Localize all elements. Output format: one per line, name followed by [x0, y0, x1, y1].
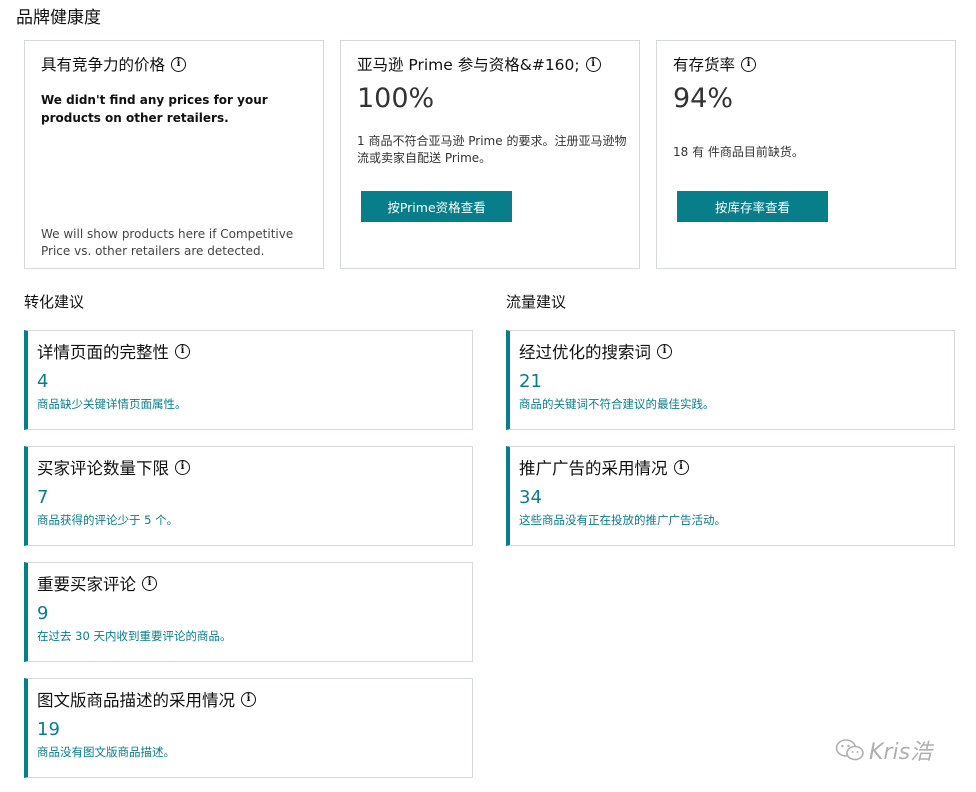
no-prices-message: We didn't find any prices for your produ…	[41, 93, 268, 125]
rec-description[interactable]: 在过去 30 天内收到重要评论的商品。	[37, 628, 231, 644]
prime-eligibility-description: 1 商品不符合亚马逊 Prime 的要求。注册亚马逊物流或卖家自配送 Prime…	[357, 134, 627, 165]
info-icon[interactable]: i	[241, 691, 256, 707]
info-icon[interactable]: i	[657, 343, 672, 359]
rec-count[interactable]: 21	[519, 371, 542, 392]
rec-title: 买家评论数量下限	[37, 459, 169, 478]
competitive-price-title: 具有竞争力的价格	[41, 56, 166, 74]
watermark-text: Kris浩	[869, 740, 933, 765]
rec-title-row: 详情页面的完整性 i	[37, 339, 190, 363]
prime-eligibility-card: 亚马逊 Prime 参与资格&#160; i 100% 1 商品不符合亚马逊 P…	[340, 40, 640, 269]
in-stock-rate-value: 94%	[673, 83, 734, 114]
rec-description[interactable]: 商品没有图文版商品描述。	[37, 744, 175, 760]
in-stock-rate-title: 有存货率	[673, 56, 736, 74]
rec-description[interactable]: 这些商品没有正在投放的推广广告活动。	[519, 512, 726, 528]
view-by-stock-rate-button[interactable]: 按库存率查看	[677, 191, 828, 222]
rec-title: 推广广告的采用情况	[519, 459, 668, 478]
in-stock-rate-description: 18 有 件商品目前缺货。	[673, 145, 804, 159]
conversion-item-critical-reviews[interactable]: 重要买家评论 i 9 在过去 30 天内收到重要评论的商品。	[24, 562, 473, 662]
rec-description[interactable]: 商品的关键词不符合建议的最佳实践。	[519, 396, 715, 412]
conversion-item-review-minimum[interactable]: 买家评论数量下限 i 7 商品获得的评论少于 5 个。	[24, 446, 473, 546]
competitive-price-footnote: We will show products here if Competitiv…	[41, 227, 294, 258]
rec-title-row: 重要买家评论 i	[37, 571, 157, 595]
info-icon[interactable]: i	[175, 343, 190, 359]
watermark: Kris浩	[835, 734, 932, 766]
rec-title: 图文版商品描述的采用情况	[37, 691, 235, 710]
info-icon[interactable]: i	[741, 56, 757, 72]
rec-count[interactable]: 4	[37, 371, 48, 392]
traffic-item-sponsored-ads[interactable]: 推广广告的采用情况 i 34 这些商品没有正在投放的推广广告活动。	[506, 446, 955, 546]
competitive-price-card: 具有竞争力的价格 i We didn't find any prices for…	[24, 40, 324, 269]
rec-title-row: 推广广告的采用情况 i	[519, 455, 689, 479]
wechat-icon	[835, 739, 864, 761]
info-icon[interactable]: i	[175, 459, 190, 475]
conversion-section-title: 转化建议	[24, 293, 85, 311]
traffic-section-title: 流量建议	[506, 293, 567, 311]
rec-title-row: 图文版商品描述的采用情况 i	[37, 687, 256, 711]
rec-title: 详情页面的完整性	[37, 343, 169, 362]
in-stock-rate-title-row: 有存货率 i	[673, 53, 757, 75]
prime-eligibility-title: 亚马逊 Prime 参与资格&#160;	[357, 56, 580, 74]
rec-title: 重要买家评论	[37, 575, 136, 594]
competitive-price-title-row: 具有竞争力的价格 i	[41, 53, 187, 75]
prime-eligibility-value: 100%	[357, 83, 435, 114]
info-icon[interactable]: i	[585, 56, 601, 72]
view-by-prime-button[interactable]: 按Prime资格查看	[361, 191, 512, 222]
info-icon[interactable]: i	[142, 575, 157, 591]
rec-count[interactable]: 9	[37, 603, 48, 624]
rec-title: 经过优化的搜索词	[519, 343, 651, 362]
rec-title-row: 买家评论数量下限 i	[37, 455, 190, 479]
conversion-item-detail-page[interactable]: 详情页面的完整性 i 4 商品缺少关键详情页面属性。	[24, 330, 473, 430]
info-icon[interactable]: i	[171, 56, 187, 72]
conversion-item-aplus-content[interactable]: 图文版商品描述的采用情况 i 19 商品没有图文版商品描述。	[24, 678, 473, 778]
info-icon[interactable]: i	[673, 459, 689, 475]
rec-count[interactable]: 19	[37, 719, 60, 740]
in-stock-rate-card: 有存货率 i 94% 18 有 件商品目前缺货。 按库存率查看	[656, 40, 956, 269]
traffic-item-search-terms[interactable]: 经过优化的搜索词 i 21 商品的关键词不符合建议的最佳实践。	[506, 330, 955, 430]
prime-eligibility-title-row: 亚马逊 Prime 参与资格&#160; i	[357, 53, 601, 75]
rec-description[interactable]: 商品缺少关键详情页面属性。	[37, 396, 187, 412]
page-title: 品牌健康度	[16, 8, 101, 28]
rec-count[interactable]: 34	[519, 487, 542, 508]
rec-title-row: 经过优化的搜索词 i	[519, 339, 672, 363]
rec-count[interactable]: 7	[37, 487, 48, 508]
rec-description[interactable]: 商品获得的评论少于 5 个。	[37, 512, 178, 528]
